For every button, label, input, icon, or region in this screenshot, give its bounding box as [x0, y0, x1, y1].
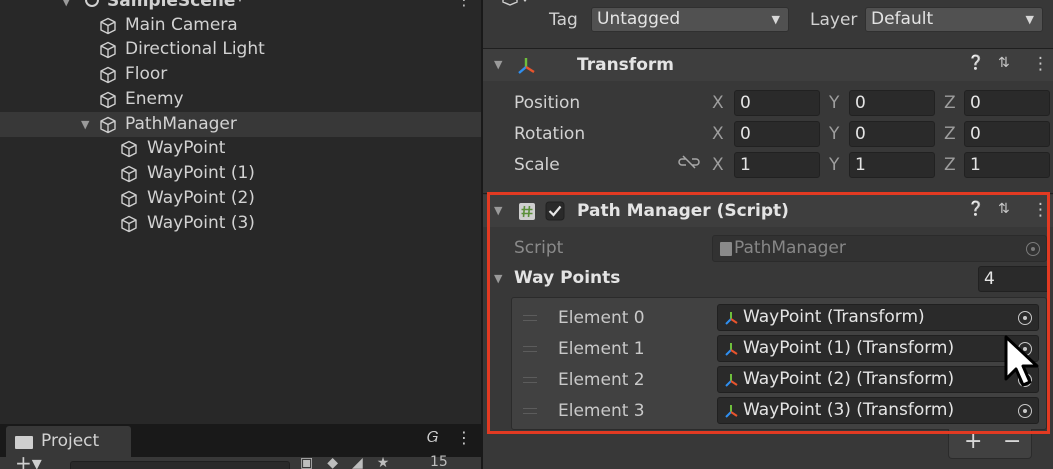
- rotation-x-field[interactable]: 0: [734, 121, 820, 147]
- unity-scene-icon: [85, 0, 99, 7]
- fold-arrow-icon[interactable]: ▼: [62, 0, 70, 14]
- gameobject-icon[interactable]: [500, 0, 532, 14]
- scene-row[interactable]: ▼ SampleScene* ⋮: [0, 0, 481, 14]
- hierarchy-item[interactable]: WayPoint: [0, 136, 481, 161]
- hierarchy-panel: ▼ SampleScene* ⋮ Main Camera Directional…: [0, 0, 481, 424]
- position-x-field[interactable]: 0: [734, 90, 820, 116]
- tag-value: Untagged: [597, 9, 681, 29]
- axis-z-label: Z: [944, 124, 956, 144]
- filter-icons[interactable]: ▣◆◢★: [300, 455, 403, 469]
- hierarchy-item-label: PathManager: [125, 114, 237, 134]
- axis-y-label: Y: [829, 93, 840, 113]
- tab-project-label: Project: [41, 431, 100, 451]
- rotation-label: Rotation: [514, 124, 586, 144]
- axis-x-label: X: [712, 93, 724, 113]
- fold-arrow-icon[interactable]: ▼: [81, 112, 89, 137]
- scale-label: Scale: [514, 155, 560, 175]
- scene-name: SampleScene*: [107, 0, 245, 11]
- hierarchy-item-label: WayPoint: [147, 138, 226, 158]
- cube-icon: [100, 116, 116, 134]
- cube-icon: [100, 41, 116, 59]
- hierarchy-item-label: WayPoint (3): [147, 213, 255, 233]
- axis-y-label: Y: [829, 155, 840, 175]
- cube-icon: [121, 215, 137, 233]
- axis-y-label: Y: [829, 124, 840, 144]
- transform-axes-icon: [518, 58, 535, 74]
- kebab-menu-icon[interactable]: ⋮: [1032, 54, 1049, 74]
- link-icon[interactable]: [678, 154, 700, 170]
- rotation-y-field[interactable]: 0: [849, 121, 935, 147]
- cube-icon: [100, 66, 116, 84]
- rotation-z-field[interactable]: 0: [964, 121, 1050, 147]
- axis-z-label: Z: [944, 93, 956, 113]
- cube-icon: [121, 140, 137, 158]
- preset-icon[interactable]: ⇅: [998, 55, 1010, 71]
- scale-y-field[interactable]: 1: [849, 152, 935, 178]
- hierarchy-item-label: Directional Light: [125, 39, 265, 59]
- help-icon[interactable]: ❔: [967, 55, 984, 71]
- hierarchy-item-label: WayPoint (2): [147, 188, 255, 208]
- folder-icon: [15, 436, 33, 449]
- transform-title: Transform: [577, 55, 674, 75]
- axis-x-label: X: [712, 124, 724, 144]
- project-panel: Project 𝐺 ⋮ +▾ ▣◆◢★ 15: [0, 424, 481, 469]
- project-toolbar: +▾ ▣◆◢★ 15: [0, 451, 481, 469]
- position-y-field[interactable]: 0: [849, 90, 935, 116]
- layer-dropdown[interactable]: Default ▼: [865, 7, 1043, 32]
- chevron-down-icon: ▼: [1025, 13, 1034, 26]
- hierarchy-item[interactable]: WayPoint (3): [0, 211, 481, 236]
- hierarchy-item[interactable]: Main Camera: [0, 13, 481, 38]
- hierarchy-item[interactable]: Floor: [0, 62, 481, 87]
- hierarchy-item-label: Main Camera: [125, 15, 238, 35]
- hierarchy-item[interactable]: WayPoint (2): [0, 186, 481, 211]
- lock-icon[interactable]: 𝐺: [427, 428, 438, 446]
- scale-z-field[interactable]: 1: [964, 152, 1050, 178]
- position-z-field[interactable]: 0: [964, 90, 1050, 116]
- tag-dropdown[interactable]: Untagged ▼: [591, 7, 789, 32]
- highlight-box: [487, 192, 1050, 434]
- hierarchy-item-label: WayPoint (1): [147, 163, 255, 183]
- fold-arrow-icon[interactable]: ▼: [494, 58, 502, 71]
- position-label: Position: [514, 93, 581, 113]
- cube-icon: [100, 91, 116, 109]
- scale-x-field[interactable]: 1: [734, 152, 820, 178]
- cube-icon: [100, 17, 116, 35]
- cube-icon: [121, 165, 137, 183]
- hierarchy-item[interactable]: WayPoint (1): [0, 161, 481, 186]
- axis-z-label: Z: [944, 155, 956, 175]
- hierarchy-item[interactable]: Directional Light: [0, 37, 481, 62]
- hidden-count: 15: [430, 454, 448, 469]
- tag-label: Tag: [549, 10, 578, 30]
- cube-icon: [121, 190, 137, 208]
- layer-value: Default: [871, 9, 934, 29]
- hierarchy-item[interactable]: Enemy: [0, 87, 481, 112]
- create-button[interactable]: +▾: [15, 451, 42, 469]
- layer-label: Layer: [810, 10, 858, 30]
- kebab-menu-icon[interactable]: ⋮: [456, 0, 472, 12]
- chevron-down-icon: ▼: [771, 13, 780, 26]
- search-input[interactable]: [70, 461, 290, 469]
- hierarchy-item-label: Floor: [125, 64, 168, 84]
- transform-header[interactable]: ▼ Transform ❔ ⇅ ⋮: [483, 49, 1053, 81]
- hierarchy-item-label: Enemy: [125, 89, 184, 109]
- hierarchy-item-selected[interactable]: ▼ PathManager: [0, 112, 481, 137]
- kebab-menu-icon[interactable]: ⋮: [456, 428, 472, 447]
- axis-x-label: X: [712, 155, 724, 175]
